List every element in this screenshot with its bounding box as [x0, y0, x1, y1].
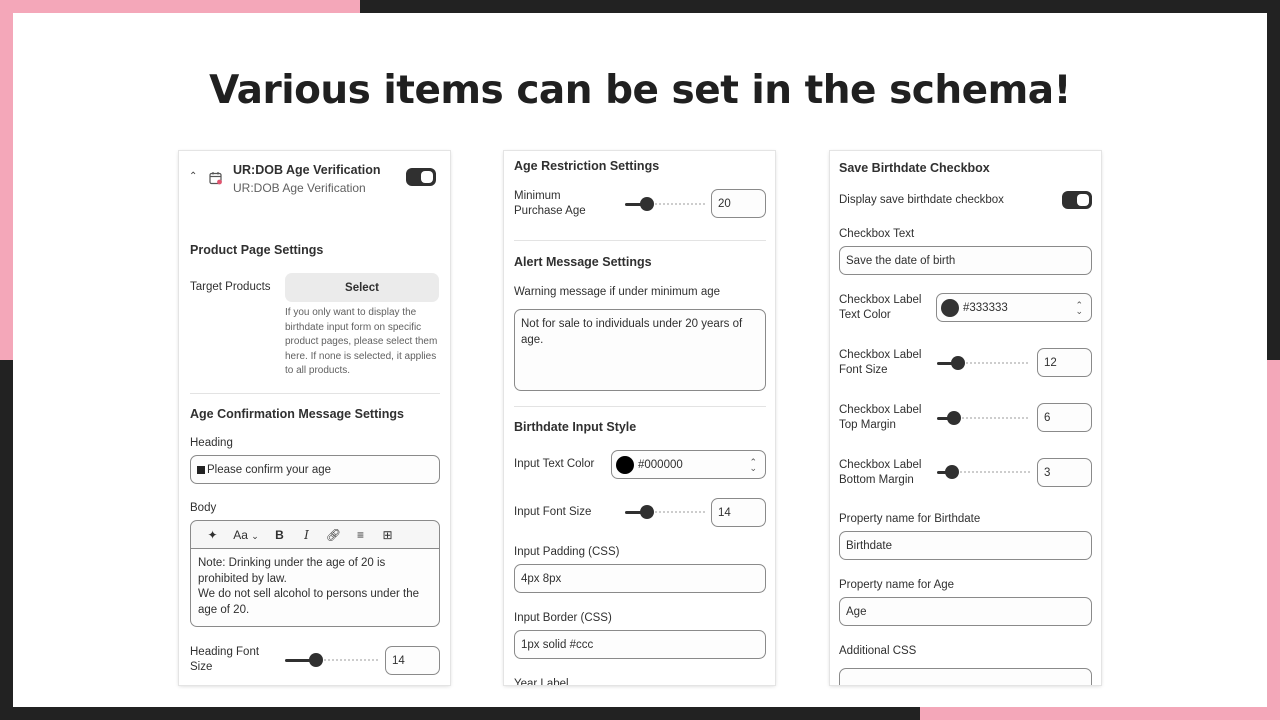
divider [514, 240, 766, 241]
input-text-color-value: #000000 [638, 458, 683, 471]
min-age-slider[interactable] [625, 197, 705, 211]
label-bottom-margin-slider[interactable] [937, 465, 1030, 479]
italic-button[interactable]: I [293, 528, 320, 542]
min-age-label: Minimum Purchase Age [514, 190, 586, 217]
heading-font-size-slider[interactable] [285, 653, 380, 667]
select-products-button[interactable]: Select [285, 273, 439, 302]
prop-age-input[interactable]: Age [839, 597, 1092, 626]
select-arrows-icon: ⌃ ⌄ [749, 456, 757, 473]
app-subtitle: UR:DOB Age Verification [233, 181, 366, 195]
input-font-size-label: Input Font Size [514, 506, 592, 518]
input-text-color-picker[interactable]: #000000 ⌃ ⌄ [611, 450, 766, 479]
alert-message-heading: Alert Message Settings [514, 255, 652, 269]
numbered-list-icon[interactable]: ⊞ [374, 528, 401, 542]
label-top-margin-input[interactable]: 6 [1037, 403, 1092, 432]
label-color-label: Checkbox Label Text Color [839, 294, 922, 321]
headline: Various items can be set in the schema! [209, 68, 1071, 113]
label-top-margin-label: Checkbox Label Top Margin [839, 404, 922, 431]
additional-css-input[interactable] [839, 668, 1092, 685]
chevron-down-icon: ⌄ [251, 530, 259, 541]
app-title: UR:DOB Age Verification [233, 163, 381, 177]
product-page-settings-heading: Product Page Settings [190, 243, 324, 257]
chevron-up-icon[interactable]: ⌃ [189, 171, 197, 182]
prop-age-label: Property name for Age [839, 579, 955, 591]
prop-birthdate-label: Property name for Birthdate [839, 513, 981, 525]
birthdate-input-style-heading: Birthdate Input Style [514, 420, 637, 434]
target-products-label: Target Products [190, 281, 271, 293]
heading-input[interactable]: Please confirm your age [190, 455, 440, 484]
warning-label: Warning message if under minimum age [514, 286, 721, 298]
label-top-margin-slider[interactable] [937, 411, 1030, 425]
body-label: Body [190, 502, 217, 514]
save-birthdate-heading: Save Birthdate Checkbox [839, 161, 990, 175]
app-enabled-toggle[interactable] [406, 168, 436, 186]
square-icon [197, 465, 205, 474]
input-font-size-input[interactable]: 14 [711, 498, 766, 527]
label-font-size-slider[interactable] [937, 356, 1030, 370]
sparkle-icon[interactable]: ✦ [199, 528, 226, 542]
input-padding-label: Input Padding (CSS) [514, 546, 620, 558]
heading-font-size-input[interactable]: 14 [385, 646, 440, 675]
target-products-help: If you only want to display the birthdat… [285, 307, 438, 376]
label-bottom-margin-input[interactable]: 3 [1037, 458, 1092, 487]
calendar-icon [209, 172, 222, 185]
warning-textarea[interactable]: Not for sale to individuals under 20 yea… [514, 309, 766, 391]
label-font-size-input[interactable]: 12 [1037, 348, 1092, 377]
additional-css-label: Additional CSS [839, 645, 917, 657]
select-arrows-icon: ⌃ ⌄ [1075, 299, 1083, 316]
divider [514, 406, 766, 407]
heading-font-size-label: Heading Font Size [190, 646, 260, 673]
prop-birthdate-input[interactable]: Birthdate [839, 531, 1092, 560]
label-color-picker[interactable]: #333333 ⌃ ⌄ [936, 293, 1092, 322]
year-label: Year Label [514, 678, 569, 685]
link-icon[interactable]: 🔗︎ [320, 528, 347, 542]
text-style-button[interactable]: Aa ⌄ [226, 528, 266, 542]
display-checkbox-label: Display save birthdate checkbox [839, 194, 1004, 206]
checkbox-settings-panel: Save Birthdate Checkbox Display save bir… [830, 151, 1101, 685]
body-line: Note: Drinking under the age of 20 is pr… [198, 557, 386, 585]
heading-input-value: Please confirm your age [207, 463, 332, 476]
body-line: We do not sell alcohol to persons under … [198, 588, 419, 616]
label-color-value: #333333 [963, 301, 1008, 314]
input-font-size-slider[interactable] [625, 505, 705, 519]
input-border-input[interactable]: 1px solid #ccc [514, 630, 766, 659]
input-border-label: Input Border (CSS) [514, 612, 612, 624]
age-confirmation-heading: Age Confirmation Message Settings [190, 407, 404, 421]
age-settings-panel: Age Restriction Settings Minimum Purchas… [504, 151, 775, 685]
bold-button[interactable]: B [266, 528, 293, 542]
bullet-list-icon[interactable]: ≡ [347, 528, 374, 542]
min-age-input[interactable]: 20 [711, 189, 766, 218]
color-swatch [941, 298, 959, 317]
rich-text-toolbar: ✦ Aa ⌄ B I 🔗︎ ≡ ⊞ [190, 520, 440, 549]
divider [190, 393, 440, 394]
label-font-size-label: Checkbox Label Font Size [839, 349, 922, 376]
label-bottom-margin-label: Checkbox Label Bottom Margin [839, 459, 922, 486]
body-editor[interactable]: Note: Drinking under the age of 20 is pr… [190, 549, 440, 627]
age-restriction-heading: Age Restriction Settings [514, 159, 660, 173]
checkbox-text-input[interactable]: Save the date of birth [839, 246, 1092, 275]
checkbox-text-label: Checkbox Text [839, 228, 915, 240]
color-swatch [616, 455, 634, 474]
display-checkbox-toggle[interactable] [1062, 191, 1092, 209]
input-padding-input[interactable]: 4px 8px [514, 564, 766, 593]
app-block-settings-panel: ⌃ UR:DOB Age Verification UR:DOB Age Ver… [179, 151, 450, 685]
heading-label: Heading [190, 437, 233, 449]
input-text-color-label: Input Text Color [514, 458, 595, 470]
